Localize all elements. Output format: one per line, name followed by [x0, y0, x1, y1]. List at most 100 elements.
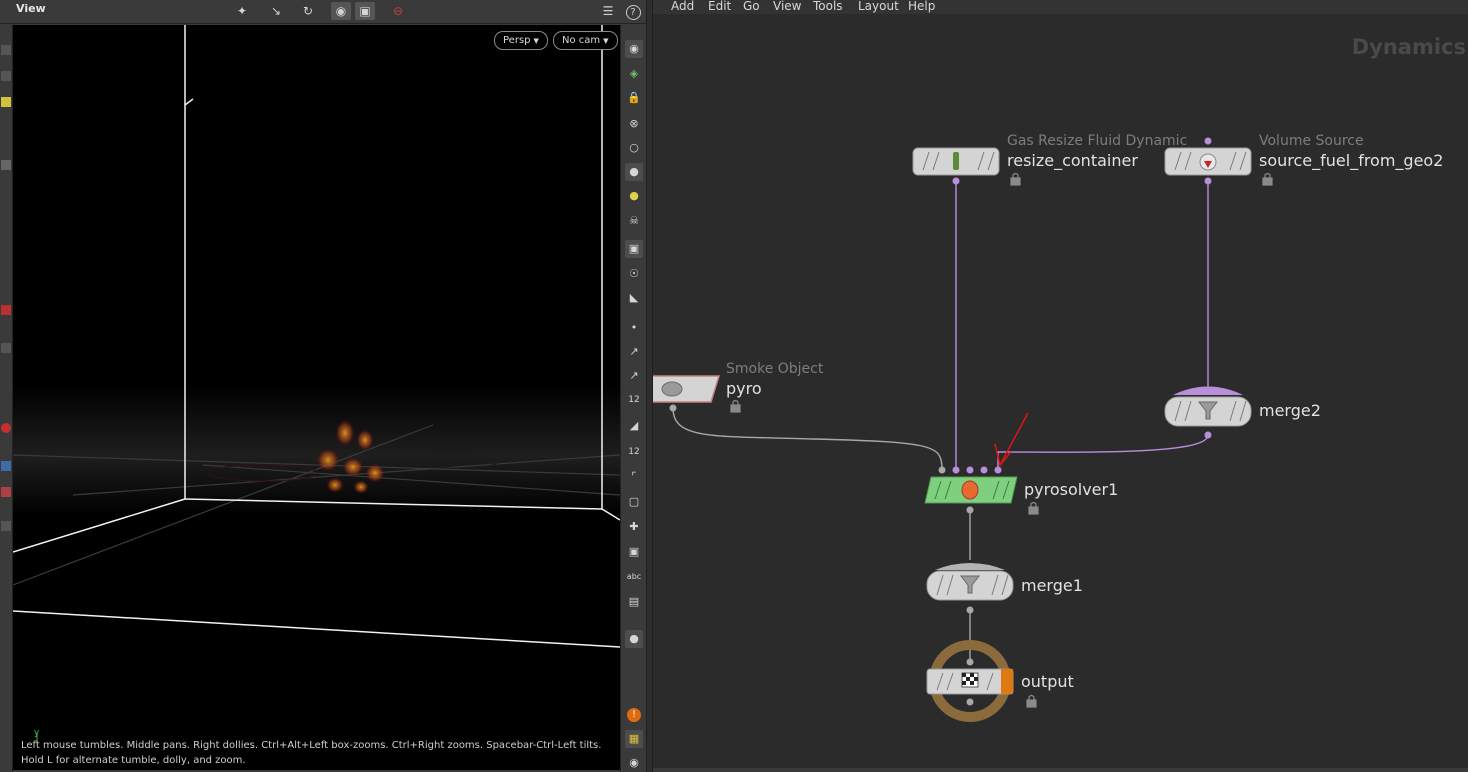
node-name-label[interactable]: resize_container [1007, 151, 1138, 170]
axis-y-label: y [34, 728, 40, 738]
output-connector[interactable] [966, 506, 974, 514]
view-tool-icon[interactable] [1, 160, 11, 170]
node-name-label[interactable]: merge1 [1021, 576, 1083, 595]
node-name-label[interactable]: pyro [726, 379, 762, 398]
output-connector[interactable] [966, 698, 974, 706]
light-tool-icon[interactable] [1, 521, 11, 531]
pane-splitter[interactable] [646, 0, 653, 772]
lock-icon-source-fuel [1262, 172, 1273, 186]
network-graph [653, 137, 1273, 722]
input-connector-1[interactable] [938, 466, 946, 474]
light-icon[interactable]: ● [625, 187, 643, 205]
prim-display-icon[interactable]: ◢ [625, 417, 643, 435]
merge-input-bar[interactable] [1173, 386, 1243, 396]
node-resize-container[interactable] [912, 147, 1000, 185]
handle-tool-icon[interactable] [1, 305, 11, 315]
snap-icon[interactable]: ◉ [331, 2, 351, 20]
node-name-label[interactable]: merge2 [1259, 401, 1321, 420]
node-pyro[interactable] [653, 375, 721, 412]
merge-input-bar[interactable] [935, 563, 1005, 570]
node-name-label[interactable]: pyrosolver1 [1024, 480, 1118, 499]
node-name-label[interactable]: output [1021, 672, 1074, 691]
render-icon[interactable] [1, 461, 11, 471]
shading-icon[interactable]: ○ [625, 139, 643, 157]
grid-tool-icon[interactable] [1, 343, 11, 353]
output-connector[interactable] [669, 404, 677, 412]
light-bulb-icon[interactable]: ● [625, 163, 643, 181]
eye-icon[interactable]: ◉ [625, 754, 643, 772]
output-connector[interactable] [952, 177, 960, 185]
transform-icon[interactable]: ↘ [266, 2, 286, 20]
visibility-icon[interactable]: ☉ [625, 265, 643, 283]
text-label-icon[interactable]: abc [625, 568, 643, 586]
scene-viewer-pane: View ✦ ↘ ↻ ◉ ▣ ⊖ ☰ ? y Persp ▼ No cam ▼ … [0, 0, 646, 772]
input-connector-5[interactable] [994, 466, 1002, 474]
node-name-label[interactable]: source_fuel_from_geo2 [1259, 151, 1443, 170]
pose-tool-icon[interactable] [1, 97, 11, 107]
network-horizontal-scrollbar[interactable] [653, 768, 1468, 772]
camera-menu-label: No cam [562, 35, 601, 46]
bbox-icon[interactable]: ▢ [625, 493, 643, 511]
camera-menu[interactable]: No cam ▼ [553, 31, 618, 50]
point-display-icon[interactable]: • [625, 319, 643, 337]
input-connector-2[interactable] [952, 466, 960, 474]
stop-icon[interactable]: ⊖ [388, 2, 408, 20]
input-connector-3[interactable] [966, 466, 974, 474]
viewer-display-toolbar: ◉ ◈ 🔒 ⊗ ○ ● ● ☠ ▣ ☉ ◣ • ↗ ↗ 12 ◢ 12 ⌜ ▢ … [620, 25, 646, 772]
record-icon[interactable] [1, 423, 11, 433]
help-icon[interactable]: ? [623, 2, 643, 20]
bottle-icon [953, 152, 959, 170]
lock-icon-output [1026, 694, 1037, 708]
checkered-flag-icon [961, 672, 979, 688]
texture-icon[interactable]: ▣ [625, 240, 643, 258]
camera-lock-icon[interactable]: ⊗ [625, 115, 643, 133]
viewer-title: View [16, 2, 46, 15]
select-icon[interactable]: ✦ [232, 2, 252, 20]
lock-icon-pyrosolver1 [1028, 501, 1039, 515]
select-tool-icon[interactable] [1, 45, 11, 55]
display-options-icon[interactable]: ☰ [598, 2, 618, 20]
lock-icon[interactable]: 🔒 [625, 89, 643, 107]
skull-icon[interactable]: ☠ [625, 212, 643, 230]
prim-numbers-icon[interactable]: 12 [625, 443, 643, 461]
viewport-scene [13, 25, 620, 743]
input-connector-4[interactable] [980, 466, 988, 474]
point-numbers-icon[interactable]: 12 [625, 391, 643, 409]
node-merge1[interactable] [926, 563, 1014, 614]
vector-icon[interactable]: ↗ [625, 367, 643, 385]
output-connector[interactable] [1204, 177, 1212, 185]
input-connector[interactable] [1204, 137, 1212, 145]
wire-merge2-to-solver[interactable] [997, 434, 1209, 469]
fire-icon [961, 480, 979, 500]
wire-pyro-to-solver[interactable] [672, 407, 943, 470]
node-pyrosolver1[interactable] [924, 466, 1018, 514]
ghost-icon[interactable]: ◈ [625, 65, 643, 83]
perspective-menu-label: Persp [503, 35, 531, 46]
template-icon[interactable]: ◣ [625, 289, 643, 307]
capture-icon[interactable]: ▣ [625, 543, 643, 561]
warning-icon[interactable]: ! [625, 705, 643, 723]
output-connector[interactable] [966, 606, 974, 614]
display-flag[interactable] [1001, 669, 1013, 694]
normal-icon[interactable]: ↗ [625, 343, 643, 361]
layout-grid-icon[interactable]: ▦ [625, 730, 643, 748]
background-image-icon[interactable]: ▤ [625, 593, 643, 611]
display-options-toggle-icon[interactable]: ◉ [625, 40, 643, 58]
node-merge2[interactable] [1164, 386, 1252, 439]
handle-icon[interactable]: ↻ [298, 2, 318, 20]
3d-viewport[interactable]: y Persp ▼ No cam ▼ [13, 25, 620, 770]
input-connector[interactable] [966, 658, 974, 666]
bounding-box [13, 25, 620, 648]
handle-display-icon[interactable]: ✚ [625, 518, 643, 536]
camera-icon[interactable]: ▣ [355, 2, 375, 20]
snapshot-icon[interactable] [1, 487, 11, 497]
perspective-menu[interactable]: Persp ▼ [494, 31, 548, 50]
chevron-down-icon: ▼ [603, 37, 609, 45]
move-tool-icon[interactable] [1, 71, 11, 81]
help-light-icon[interactable]: ● [625, 630, 643, 648]
edge-icon[interactable]: ⌜ [625, 468, 643, 486]
viewer-toolbar: View ✦ ↘ ↻ ◉ ▣ ⊖ ☰ ? [0, 0, 646, 24]
output-connector[interactable] [1204, 431, 1212, 439]
network-editor-pane[interactable]: Add Edit Go View Tools Layout Help Dynam… [653, 0, 1468, 772]
annotation-arrow [994, 412, 1029, 467]
